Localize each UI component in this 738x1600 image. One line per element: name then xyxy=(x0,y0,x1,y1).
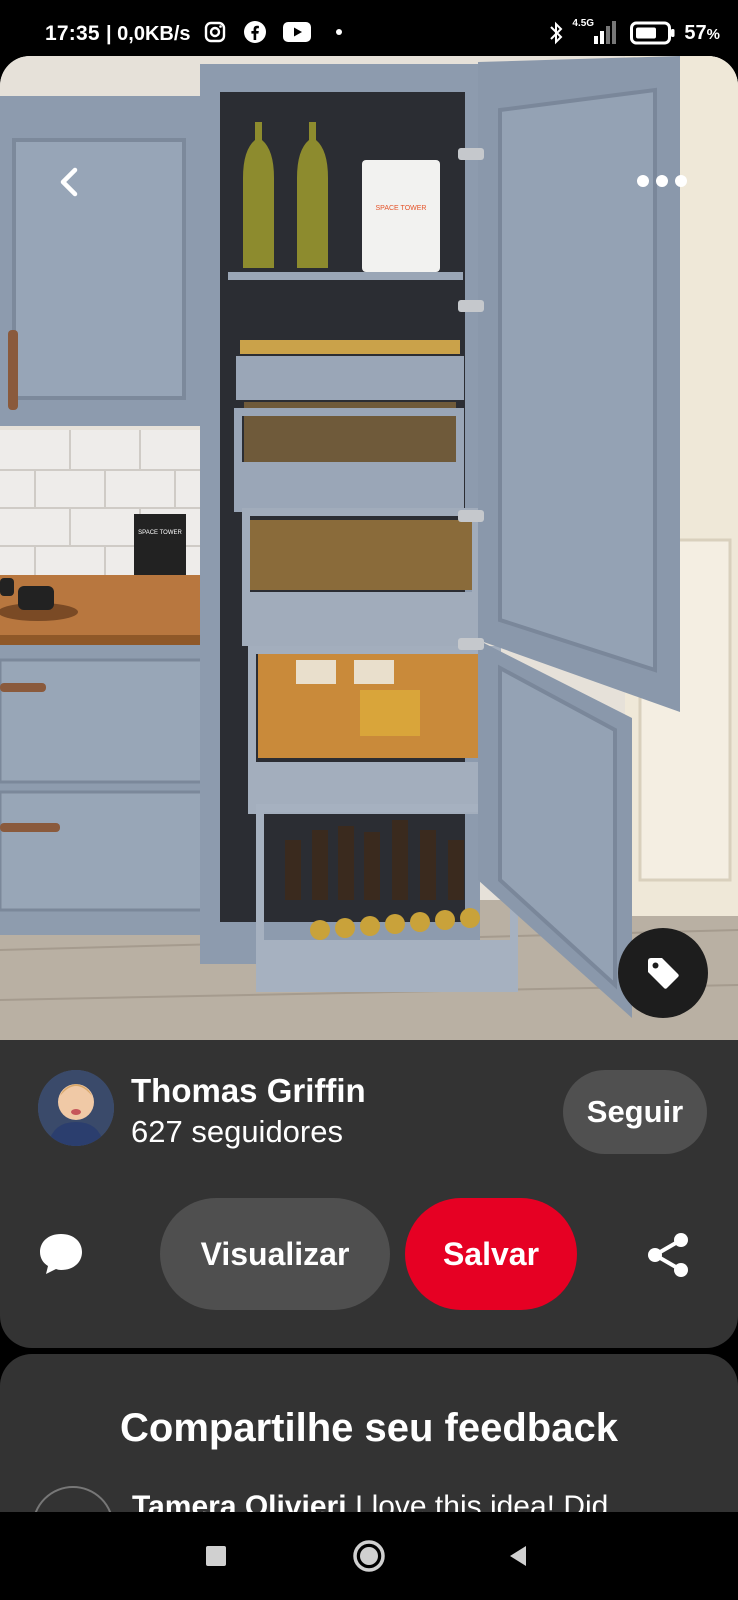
recents-button[interactable] xyxy=(194,1534,238,1578)
navigation-bar xyxy=(0,1512,738,1600)
system-back-button[interactable] xyxy=(496,1534,540,1578)
box-label: SPACE TOWER xyxy=(376,205,427,212)
home-button[interactable] xyxy=(347,1534,391,1578)
author-name[interactable]: Thomas Griffin xyxy=(131,1072,366,1110)
author-avatar[interactable] xyxy=(38,1070,114,1146)
network-speed: | 0,0KB/s xyxy=(106,23,191,45)
status-time: 17:35 xyxy=(45,22,100,45)
battery-level: 57% xyxy=(684,21,720,44)
product-tag-button[interactable] xyxy=(618,928,708,1018)
back-button[interactable] xyxy=(48,160,92,204)
youtube-icon xyxy=(283,22,311,42)
signal-icon: 4.5G xyxy=(572,18,617,46)
bluetooth-icon xyxy=(550,21,563,45)
tag-icon xyxy=(648,958,679,989)
square-icon xyxy=(206,1546,226,1566)
sign-label: SPACE TOWER xyxy=(138,530,182,536)
visit-button[interactable]: Visualizar xyxy=(160,1198,390,1310)
share-icon[interactable] xyxy=(643,1230,693,1280)
facebook-icon xyxy=(244,21,266,43)
circle-icon xyxy=(353,1540,385,1572)
pantry-cabinet-illustration: SPACE TOWER SPACE TOWER xyxy=(0,56,738,1040)
save-button[interactable]: Salvar xyxy=(405,1198,577,1310)
pin-image[interactable]: SPACE TOWER SPACE TOWER xyxy=(0,56,738,1040)
comment-icon[interactable] xyxy=(36,1228,86,1278)
feedback-title: Compartilhe seu feedback xyxy=(120,1406,618,1450)
dot-icon xyxy=(336,29,342,35)
battery-icon xyxy=(630,21,675,45)
follow-button[interactable]: Seguir xyxy=(563,1070,707,1154)
more-options-icon[interactable] xyxy=(635,166,689,196)
author-followers: 627 seguidores xyxy=(131,1114,343,1149)
instagram-icon xyxy=(204,21,226,43)
triangle-back-icon xyxy=(510,1546,526,1566)
